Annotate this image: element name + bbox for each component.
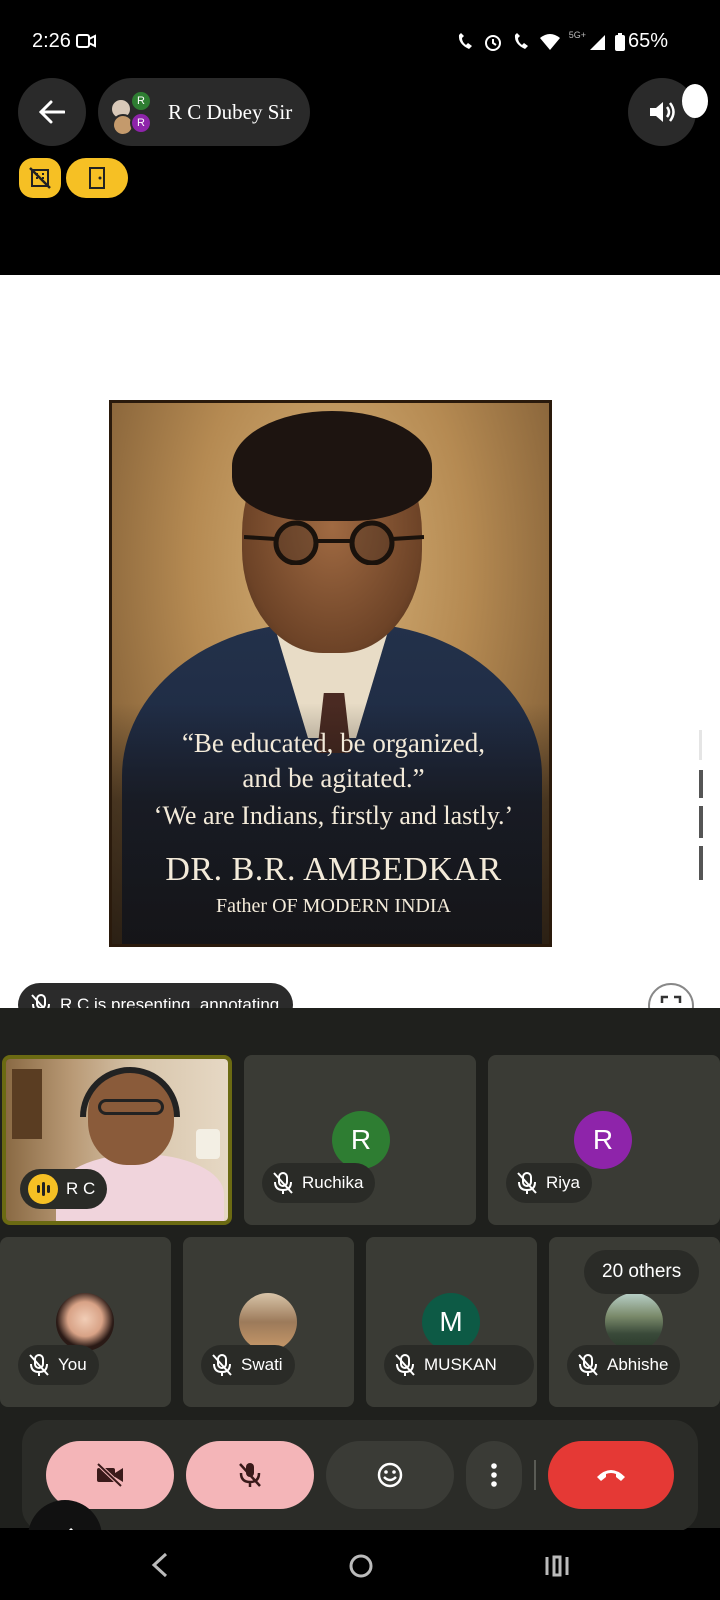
participant-tile-you[interactable]: You	[0, 1237, 171, 1407]
meeting-title: R C Dubey Sir	[168, 99, 293, 124]
nav-home-icon[interactable]	[348, 1553, 374, 1579]
participant-label: MUSKAN	[384, 1345, 534, 1385]
wifi-call-icon	[458, 32, 472, 49]
avatar: R	[574, 1111, 632, 1169]
meeting-title-pill[interactable]: R R R C Dubey Sir	[98, 78, 310, 146]
back-arrow-icon	[39, 100, 65, 124]
nav-recents-icon[interactable]	[544, 1554, 570, 1578]
speaker-icon	[650, 102, 675, 122]
participant-tile-ruchika[interactable]: R Ruchika	[244, 1055, 476, 1225]
mic-off-icon	[209, 1352, 235, 1378]
participant-label: Swati	[201, 1345, 295, 1385]
mic-off-icon	[575, 1352, 601, 1378]
participant-name: MUSKAN	[424, 1355, 497, 1374]
screen-record-icon	[76, 34, 96, 48]
annotation-marks	[699, 730, 703, 880]
network-type: 5G+	[568, 30, 586, 40]
hang-up-icon	[597, 1470, 625, 1481]
mic-off-icon	[270, 1170, 296, 1196]
participant-name: Riya	[546, 1173, 581, 1192]
avatar	[239, 1293, 297, 1351]
presentation-image: “Be educated, be organized, and be agita…	[109, 400, 552, 947]
participant-label: Abhishe	[567, 1345, 681, 1385]
avatar: R	[332, 1111, 390, 1169]
participant-tile-swati[interactable]: Swati	[183, 1237, 354, 1407]
camera-off-button[interactable]	[46, 1441, 174, 1509]
quote-line-3: ‘We are Indians, firstly and lastly.’	[153, 801, 514, 830]
participant-label: Ruchika	[262, 1163, 376, 1203]
avatar: R	[130, 90, 152, 112]
no-recording-chip[interactable]	[19, 158, 61, 198]
poster-subtitle: Father OF MODERN INDIA	[216, 895, 451, 917]
participant-name: Abhishe	[607, 1355, 669, 1374]
quote-line-1: “Be educated, be organized,	[181, 728, 486, 758]
nav-back-icon[interactable]	[150, 1552, 170, 1578]
emoji-icon	[377, 1462, 403, 1488]
battery-level: 65%	[627, 30, 668, 52]
mic-off-icon	[392, 1352, 418, 1378]
battery-icon	[614, 32, 625, 51]
overlay-bubble	[682, 84, 708, 118]
poster-name: DR. B.R. AMBEDKAR	[165, 851, 502, 888]
participant-avatars: R R	[110, 90, 154, 136]
participant-name: Swati	[241, 1355, 283, 1374]
end-call-button[interactable]	[548, 1441, 674, 1509]
participant-name: Ruchika	[302, 1173, 364, 1192]
participant-label: R C	[20, 1169, 108, 1209]
avatar: M	[422, 1293, 480, 1351]
mic-off-icon	[26, 1352, 52, 1378]
speaking-indicator-icon	[28, 1174, 58, 1204]
status-icons: 5G+ 65%	[455, 30, 668, 53]
call-icon	[514, 32, 528, 49]
camera-off-icon	[96, 1462, 123, 1488]
door-chip[interactable]	[66, 158, 128, 198]
others-count-pill[interactable]: 20 others	[584, 1250, 700, 1294]
door-icon	[89, 167, 105, 189]
wifi-icon	[539, 33, 560, 50]
avatar: R	[130, 112, 152, 134]
reactions-button[interactable]	[326, 1441, 454, 1509]
quote-line-2: and be agitated.”	[242, 763, 425, 793]
participant-tile-muskan[interactable]: M MUSKAN	[366, 1237, 537, 1407]
back-button[interactable]	[18, 78, 86, 146]
controls-divider	[534, 1460, 536, 1490]
participant-tile-riya[interactable]: R Riya	[488, 1055, 720, 1225]
alarm-icon	[484, 34, 501, 51]
status-time: 2:26	[32, 30, 71, 52]
participant-tile-rc[interactable]: R C	[2, 1055, 232, 1225]
mic-off-button[interactable]	[186, 1441, 314, 1509]
building-off-icon	[29, 167, 51, 189]
signal-icon	[589, 34, 605, 50]
more-options-button[interactable]	[466, 1441, 522, 1509]
participant-name: You	[58, 1355, 87, 1374]
participant-label: Riya	[506, 1163, 593, 1203]
avatar	[605, 1293, 663, 1351]
participant-label: You	[18, 1345, 99, 1385]
participant-name: R C	[66, 1179, 96, 1198]
avatar	[56, 1293, 114, 1351]
mic-off-icon	[514, 1170, 540, 1196]
more-vert-icon	[491, 1463, 497, 1487]
mic-off-icon	[239, 1463, 261, 1487]
